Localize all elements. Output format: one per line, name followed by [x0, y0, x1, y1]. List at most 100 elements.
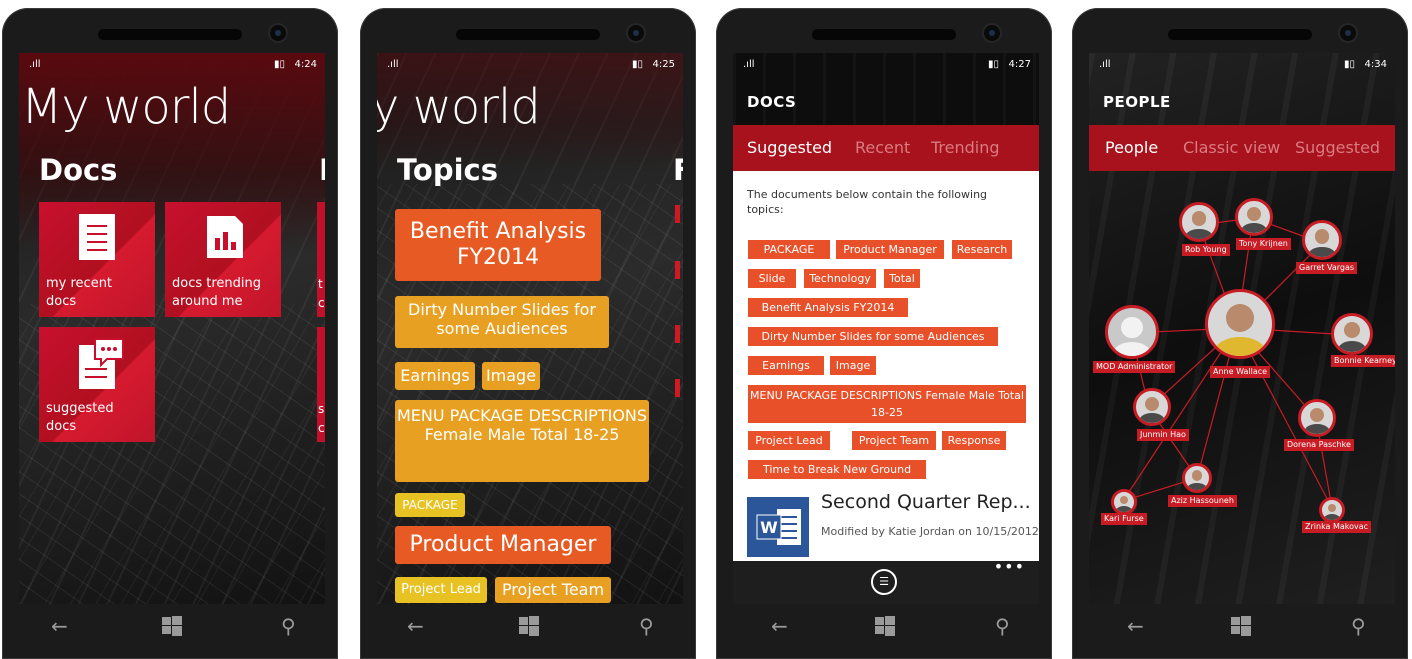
- topic-image[interactable]: Image: [482, 362, 540, 390]
- avatar[interactable]: [1133, 388, 1171, 426]
- document-item[interactable]: W Second Quarter Rep... Modified by Kati…: [733, 483, 1039, 561]
- topic-chip[interactable]: Dirty Number Slides for some Audiences: [748, 327, 998, 346]
- windows-start-icon[interactable]: [1231, 616, 1251, 639]
- topic-chip[interactable]: Project Lead: [748, 431, 830, 450]
- phone-3: .ıll ▮▯ 4:27 DOCS Suggested Recent Trend…: [716, 8, 1052, 659]
- topic-benefit-analysis[interactable]: Benefit Analysis FY2014: [395, 209, 601, 281]
- topic-chip[interactable]: MENU PACKAGE DESCRIPTIONS Female Male To…: [748, 385, 1026, 423]
- tile-label: around me: [172, 294, 243, 309]
- peek-marker: [675, 205, 680, 223]
- tile-docs-trending[interactable]: docs trending around me: [165, 202, 281, 317]
- phone-1: .ıll ▮▯ 4:24 My world Docs P my recent do…: [2, 8, 338, 659]
- hardware-nav-bar: ← ⚲: [733, 604, 1039, 659]
- pivot-bar: Suggested Recent Trending: [733, 125, 1039, 171]
- topic-chip[interactable]: Response: [942, 431, 1006, 450]
- topic-chip[interactable]: Research: [952, 240, 1012, 259]
- avatar-placeholder[interactable]: [1105, 305, 1159, 359]
- camera: [270, 25, 286, 41]
- back-icon[interactable]: ←: [407, 616, 424, 636]
- screen-topics: .ıll ▮▯ 4:25 y world Topics F Benefit An…: [377, 53, 683, 604]
- topic-project-lead[interactable]: Project Lead: [395, 577, 487, 603]
- peek-letter: s: [318, 402, 325, 416]
- signal-icon: .ıll: [387, 59, 399, 70]
- back-icon[interactable]: ←: [771, 616, 788, 636]
- phone-2: .ıll ▮▯ 4:25 y world Topics F Benefit An…: [360, 8, 696, 659]
- windows-start-icon[interactable]: [875, 616, 895, 639]
- windows-start-icon[interactable]: [162, 616, 182, 639]
- tile-my-recent-docs[interactable]: my recent docs: [39, 202, 155, 317]
- content-panel: The documents below contain the followin…: [733, 171, 1039, 561]
- topic-chip[interactable]: PACKAGE: [748, 240, 830, 259]
- topic-chip[interactable]: Time to Break New Ground: [748, 460, 926, 479]
- phone-4: .ıll ▮▯ 4:34 PEOPLE People Classic view …: [1072, 8, 1408, 659]
- list-icon[interactable]: ☰: [871, 569, 897, 595]
- avatar[interactable]: [1331, 313, 1373, 355]
- topic-chip[interactable]: Benefit Analysis FY2014: [748, 298, 908, 317]
- document-icon: [77, 212, 117, 266]
- signal-icon: .ıll: [1099, 59, 1111, 70]
- windows-start-icon[interactable]: [519, 616, 539, 639]
- back-icon[interactable]: ←: [51, 616, 68, 636]
- person-name: Tony Krijnen: [1236, 238, 1291, 250]
- topic-chip[interactable]: Technology: [804, 269, 876, 288]
- person-name: Zrinka Makovac: [1302, 521, 1372, 533]
- status-bar: .ıll ▮▯ 4:27: [733, 59, 1039, 75]
- avatar[interactable]: [1182, 463, 1212, 493]
- topic-chip[interactable]: Image: [830, 356, 876, 375]
- screen-people: .ıll ▮▯ 4:34 PEOPLE People Classic view …: [1089, 53, 1395, 604]
- svg-text:W: W: [760, 518, 778, 537]
- tile-suggested-docs[interactable]: suggested docs: [39, 327, 155, 442]
- tile-label: my recent: [46, 276, 113, 291]
- search-icon[interactable]: ⚲: [281, 616, 296, 636]
- person-name: Bonnie Kearney: [1331, 355, 1395, 367]
- person-name: Garret Vargas: [1296, 262, 1358, 274]
- clock: 4:27: [1008, 59, 1031, 70]
- topic-product-manager[interactable]: Product Manager: [395, 526, 611, 564]
- more-button[interactable]: •••: [994, 557, 1025, 576]
- search-icon[interactable]: ⚲: [1351, 616, 1366, 636]
- avatar[interactable]: [1319, 497, 1345, 523]
- topic-chip[interactable]: Total: [884, 269, 920, 288]
- screen-docs: .ıll ▮▯ 4:27 DOCS Suggested Recent Trend…: [733, 53, 1039, 604]
- tile-label: docs trending: [172, 276, 262, 291]
- topic-chip[interactable]: Slide: [748, 269, 796, 288]
- app-bar: ☰ •••: [733, 557, 1039, 604]
- peek-marker: [675, 261, 680, 279]
- chat-document-icon: [77, 337, 125, 395]
- peek-marker: [675, 325, 680, 343]
- avatar[interactable]: [1235, 198, 1273, 236]
- status-bar: .ıll ▮▯ 4:25: [377, 59, 683, 75]
- avatar[interactable]: [1302, 220, 1342, 260]
- clock: 4:24: [294, 59, 317, 70]
- topic-chip[interactable]: Product Manager: [836, 240, 944, 259]
- topic-project-team[interactable]: Project Team: [495, 577, 611, 603]
- topic-menu-package[interactable]: MENU PACKAGE DESCRIPTIONS Female Male To…: [395, 400, 649, 482]
- camera: [984, 25, 1000, 41]
- section-header-peek: F: [673, 153, 683, 187]
- topic-package[interactable]: PACKAGE: [395, 493, 465, 517]
- pivot-suggested[interactable]: Suggested: [747, 138, 832, 157]
- topic-earnings[interactable]: Earnings: [395, 362, 475, 390]
- search-icon[interactable]: ⚲: [995, 616, 1010, 636]
- camera: [1340, 25, 1356, 41]
- document-subtitle: Modified by Katie Jordan on 10/15/2012: [821, 525, 1039, 538]
- battery-icon: ▮▯: [1343, 59, 1355, 70]
- section-header-docs: Docs: [39, 153, 118, 187]
- topic-chip[interactable]: Earnings: [748, 356, 824, 375]
- avatar[interactable]: [1179, 202, 1219, 242]
- tile-label: docs: [46, 419, 77, 434]
- pivot-recent[interactable]: Recent: [855, 138, 910, 157]
- chart-document-icon: [203, 212, 247, 266]
- search-icon[interactable]: ⚲: [639, 616, 654, 636]
- avatar[interactable]: [1298, 399, 1336, 437]
- avatar[interactable]: [1205, 289, 1275, 359]
- person-name: Anne Wallace: [1210, 366, 1271, 378]
- signal-icon: .ıll: [29, 59, 41, 70]
- topic-dirty-number-slides[interactable]: Dirty Number Slides for some Audiences: [395, 296, 609, 348]
- topic-chip[interactable]: Project Team: [852, 431, 936, 450]
- avatar[interactable]: [1111, 489, 1137, 515]
- battery-icon: ▮▯: [273, 59, 285, 70]
- person-name: Aziz Hassouneh: [1168, 495, 1237, 507]
- pivot-trending[interactable]: Trending: [931, 138, 1000, 157]
- back-icon[interactable]: ←: [1127, 616, 1144, 636]
